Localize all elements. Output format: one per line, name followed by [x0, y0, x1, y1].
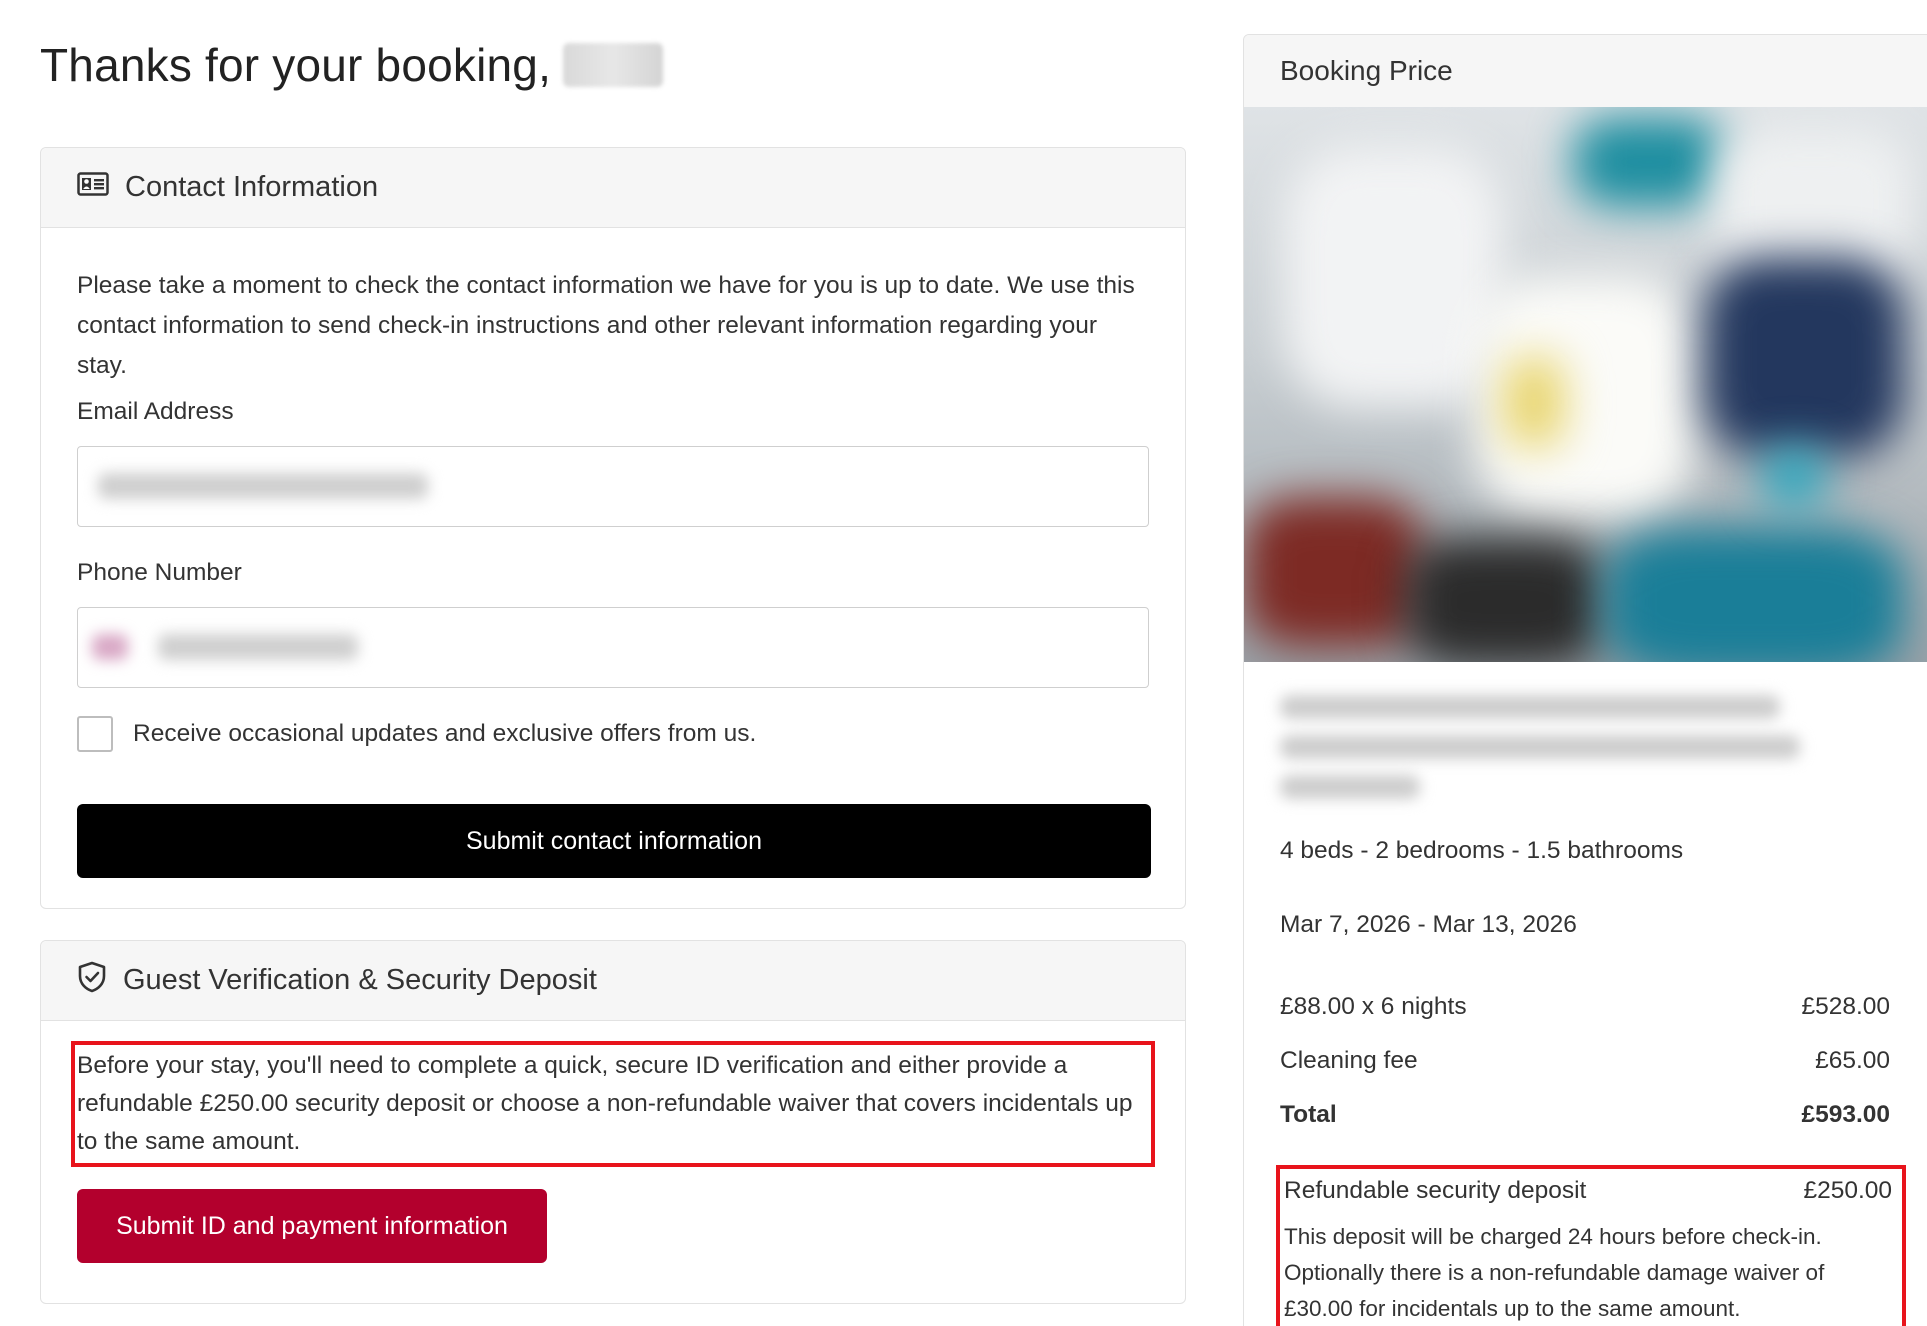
price-total: Total £593.00 [1280, 1101, 1890, 1129]
phone-value-redacted [158, 634, 358, 660]
deposit-note: This deposit will be charged 24 hours be… [1284, 1224, 1825, 1321]
shield-check-icon [77, 961, 107, 1001]
total-label: Total [1280, 1101, 1337, 1128]
security-deposit-section: Refundable security deposit £250.00 This… [1276, 1165, 1906, 1326]
verification-card-title: Guest Verification & Security Deposit [123, 964, 597, 996]
updates-opt-in: Receive occasional updates and exclusive… [77, 716, 1149, 752]
listing-photo [1244, 107, 1927, 662]
country-flag-icon[interactable] [92, 634, 128, 660]
submit-contact-button[interactable]: Submit contact information [77, 804, 1151, 878]
contact-intro-text: Please take a moment to check the contac… [77, 272, 1135, 379]
deposit-amount: £250.00 [1803, 1177, 1892, 1204]
updates-checkbox[interactable] [77, 716, 113, 752]
email-label: Email Address [77, 398, 234, 425]
price-line-nights: £88.00 x 6 nights £528.00 [1280, 993, 1890, 1021]
booking-dates: Mar 7, 2026 - Mar 13, 2026 [1280, 911, 1577, 938]
guest-verification-card: Guest Verification & Security Deposit Be… [40, 940, 1186, 1304]
phone-label: Phone Number [77, 559, 242, 586]
verification-text: Before your stay, you'll need to complet… [71, 1041, 1155, 1167]
updates-label: Receive occasional updates and exclusive… [133, 720, 757, 747]
contact-card-header: Contact Information [41, 148, 1185, 228]
page-title: Thanks for your booking, [40, 38, 664, 92]
id-card-icon [77, 171, 109, 204]
price-line-amount: £528.00 [1801, 993, 1890, 1020]
email-value-redacted [98, 473, 428, 499]
email-field[interactable] [77, 446, 1149, 527]
contact-information-card: Contact Information Please take a moment… [40, 147, 1186, 909]
phone-field[interactable] [77, 607, 1149, 688]
contact-card-title: Contact Information [125, 171, 379, 203]
submit-id-payment-button[interactable]: Submit ID and payment information [77, 1189, 547, 1263]
price-line-label: Cleaning fee [1280, 1047, 1418, 1074]
listing-features: 4 beds - 2 bedrooms - 1.5 bathrooms [1280, 837, 1684, 864]
verification-card-header: Guest Verification & Security Deposit [41, 941, 1185, 1021]
listing-title-redacted [1280, 695, 1810, 815]
deposit-label: Refundable security deposit [1284, 1177, 1587, 1204]
page-title-text: Thanks for your booking, [40, 39, 552, 91]
booking-price-card: Booking Price 4 beds - 2 bedrooms - 1.5 … [1243, 34, 1927, 1326]
booking-price-title: Booking Price [1244, 35, 1927, 107]
price-line-label: £88.00 x 6 nights [1280, 993, 1467, 1020]
price-line-amount: £65.00 [1815, 1047, 1890, 1074]
price-line-cleaning: Cleaning fee £65.00 [1280, 1047, 1890, 1075]
guest-name-redacted [563, 43, 664, 87]
total-amount: £593.00 [1801, 1101, 1890, 1128]
